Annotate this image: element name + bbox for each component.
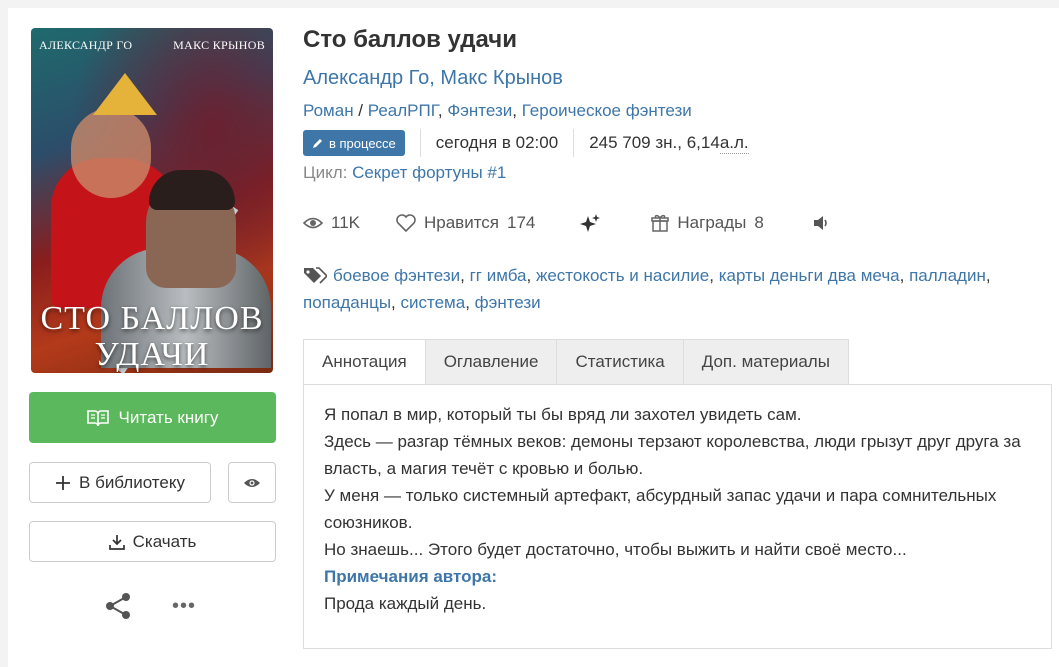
likes-label: Нравится — [424, 213, 500, 232]
book-title: Сто баллов удачи — [303, 26, 517, 53]
cover-author-right: МАКС КРЫНОВ — [173, 38, 265, 52]
book-cover[interactable]: АЛЕКСАНДР ГО МАКС КРЫНОВ СТО БАЛЛОВ УДАЧ… — [31, 28, 273, 373]
heart-icon — [396, 214, 416, 232]
genres-line: Роман / РеалРПГ, Фэнтези, Героическое фэ… — [303, 101, 692, 120]
meta-divider — [573, 129, 575, 157]
status-badge-label: в процессе — [329, 135, 396, 151]
genre-separator: / — [353, 101, 368, 120]
audio-button[interactable] — [812, 215, 830, 231]
annotation-panel: Я попал в мир, который ты бы вряд ли зах… — [303, 384, 1052, 649]
tag-link[interactable]: жестокость и насилие — [536, 266, 709, 285]
read-book-label: Читать книгу — [118, 407, 219, 427]
cover-art-hair — [149, 170, 235, 210]
watch-button[interactable] — [228, 462, 276, 503]
author-notes-text: Прода каждый день. — [324, 594, 487, 613]
eye-icon — [303, 217, 323, 229]
cover-title-line1: СТО БАЛЛОВ — [40, 300, 264, 337]
views-count: 11K — [331, 213, 360, 232]
awards-count: 8 — [754, 213, 764, 232]
awards-button[interactable]: Награды 8 — [651, 213, 764, 233]
eye-icon — [244, 478, 260, 487]
series-label: Цикл: — [303, 163, 353, 182]
authors-line: Александр Го, Макс Крынов — [303, 67, 563, 90]
tab-extra-materials[interactable]: Доп. материалы — [683, 339, 849, 385]
awards-label: Награды — [677, 213, 747, 232]
genre-link[interactable]: РеалРПГ — [368, 101, 438, 120]
sparkles-icon — [580, 214, 601, 232]
annotation-line: Здесь — разгар тёмных веков: демоны терз… — [324, 432, 1021, 478]
tab-contents[interactable]: Оглавление — [425, 339, 558, 385]
stats-bar: 11K Нравится 174 Награды 8 — [303, 210, 830, 236]
series-line: Цикл: Секрет фортуны #1 — [303, 163, 506, 183]
annotation-line: Но знаешь... Этого будет достаточно, что… — [324, 540, 907, 559]
cover-art-king — [71, 108, 151, 198]
tab-annotation[interactable]: Аннотация — [303, 339, 426, 385]
gift-icon — [651, 214, 670, 232]
status-badge: в процессе — [303, 130, 405, 156]
tag-link[interactable]: фэнтези — [475, 293, 541, 312]
book-meta: в процессе сегодня в 02:00 245 709 зн., … — [303, 129, 749, 157]
open-book-icon — [86, 409, 109, 426]
sparkle-button[interactable] — [579, 213, 601, 233]
meta-divider — [419, 129, 421, 157]
read-book-button[interactable]: Читать книгу — [29, 392, 276, 443]
download-label: Скачать — [132, 531, 197, 551]
tab-statistics[interactable]: Статистика — [557, 339, 684, 385]
book-tabs: Аннотация Оглавление Статистика Доп. мат… — [303, 339, 849, 385]
tags-icon — [304, 267, 327, 284]
book-size-unit: а.л. — [719, 132, 749, 154]
pencil-icon — [313, 139, 322, 148]
like-button[interactable]: Нравится 174 — [396, 213, 535, 233]
tag-link[interactable]: палладин — [909, 266, 986, 285]
likes-count: 174 — [507, 213, 536, 232]
tags-list: боевое фэнтези, гг имба, жестокость и на… — [303, 266, 991, 312]
plus-icon — [56, 475, 71, 490]
add-to-library-button[interactable]: В библиотеку — [29, 462, 211, 503]
annotation-line: Я попал в мир, который ты бы вряд ли зах… — [324, 405, 802, 424]
author-separator: , — [429, 67, 441, 89]
tag-link[interactable]: карты деньги два меча — [719, 266, 900, 285]
tag-link[interactable]: боевое фэнтези — [333, 266, 460, 285]
download-button[interactable]: Скачать — [29, 521, 276, 562]
cover-author-left: АЛЕКСАНДР ГО — [39, 38, 133, 52]
updated-time: сегодня в 02:00 — [435, 133, 559, 152]
more-options-icon[interactable]: ••• — [172, 596, 198, 616]
author-link[interactable]: Александр Го — [303, 67, 429, 89]
speaker-icon — [813, 216, 827, 230]
annotation-line: У меня — только системный артефакт, абсу… — [324, 486, 997, 532]
crown-icon — [93, 73, 157, 115]
tag-link[interactable]: попаданцы — [303, 293, 391, 312]
genre-link[interactable]: Героическое фэнтези — [522, 101, 692, 120]
tag-link[interactable]: гг имба — [470, 266, 527, 285]
cover-title-line2: УДАЧИ — [94, 336, 210, 373]
tag-link[interactable]: система — [401, 293, 466, 312]
author-link[interactable]: Макс Крынов — [440, 67, 562, 89]
book-size: 245 709 зн., 6,14 — [589, 133, 720, 152]
author-notes-title: Примечания автора: — [324, 567, 498, 586]
download-icon — [108, 534, 125, 550]
genre-link[interactable]: Фэнтези — [447, 101, 512, 120]
views-stat: 11K — [303, 213, 360, 233]
add-to-library-label: В библиотеку — [79, 472, 185, 492]
series-link[interactable]: Секрет фортуны #1 — [352, 163, 506, 182]
share-icon[interactable] — [104, 593, 132, 619]
genre-link[interactable]: Роман — [303, 101, 354, 120]
